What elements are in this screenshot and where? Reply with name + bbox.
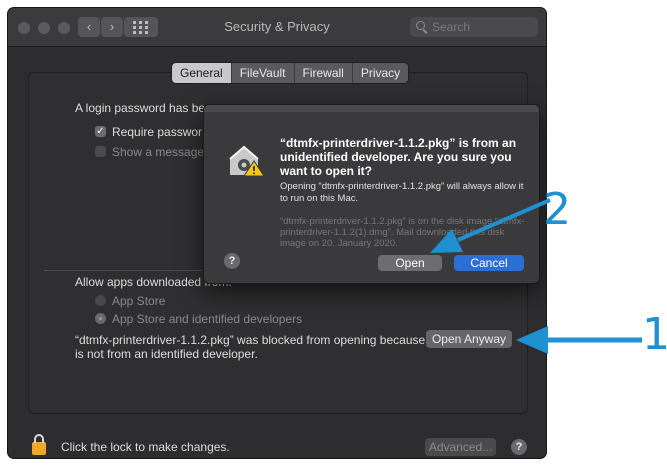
- cancel-button[interactable]: Cancel: [454, 255, 524, 271]
- help-button[interactable]: ?: [511, 439, 527, 455]
- open-button[interactable]: Open: [378, 255, 442, 271]
- identified-developers-label: App Store and identified developers: [112, 312, 303, 326]
- title-bar: ‹ › Security & Privacy Search: [8, 8, 546, 47]
- advanced-button[interactable]: Advanced...: [425, 438, 496, 456]
- require-password-label: Require passwor: [112, 125, 203, 139]
- checkmark-icon: ✓: [96, 126, 105, 137]
- unidentified-developer-dialog: “dtmfx-printerdriver-1.1.2.pkg” is from …: [203, 104, 540, 284]
- show-message-label: Show a message: [112, 145, 205, 159]
- blocked-message-line2: is not from an identified developer.: [75, 347, 258, 361]
- login-password-text: A login password has be: [75, 101, 206, 115]
- tab-bar: General FileVault Firewall Privacy: [172, 63, 409, 83]
- identified-developers-radio[interactable]: [95, 313, 106, 324]
- require-password-checkbox[interactable]: ✓: [95, 126, 106, 137]
- app-store-radio[interactable]: [95, 295, 106, 306]
- tab-general[interactable]: General: [172, 63, 232, 83]
- annotation-step-1: 1: [642, 309, 667, 360]
- installer-warning-icon: [226, 143, 266, 177]
- lock-status-text: Click the lock to make changes.: [61, 440, 230, 454]
- search-placeholder: Search: [432, 20, 471, 34]
- blocked-message-line1: “dtmfx-printerdriver-1.1.2.pkg” was bloc…: [75, 333, 435, 347]
- open-anyway-button[interactable]: Open Anyway: [426, 330, 512, 348]
- annotation-step-2: 2: [543, 184, 571, 235]
- search-field[interactable]: Search: [410, 17, 538, 37]
- dialog-title: “dtmfx-printerdriver-1.1.2.pkg” is from …: [280, 136, 517, 178]
- show-message-checkbox[interactable]: [95, 146, 106, 157]
- app-store-label: App Store: [112, 294, 166, 308]
- security-privacy-window: ‹ › Security & Privacy Search General Fi…: [8, 8, 546, 458]
- dialog-info: “dtmfx-printerdriver-1.1.2.pkg” is on th…: [280, 216, 525, 249]
- tab-filevault[interactable]: FileVault: [231, 63, 295, 83]
- search-icon: [416, 21, 425, 30]
- tab-firewall[interactable]: Firewall: [294, 63, 353, 83]
- dialog-message: Opening “dtmfx-printerdriver-1.1.2.pkg” …: [280, 181, 524, 204]
- dialog-top-strip: [204, 105, 539, 112]
- dialog-help-button[interactable]: ?: [224, 253, 240, 269]
- tab-privacy[interactable]: Privacy: [352, 63, 409, 83]
- lock-icon[interactable]: [32, 434, 46, 455]
